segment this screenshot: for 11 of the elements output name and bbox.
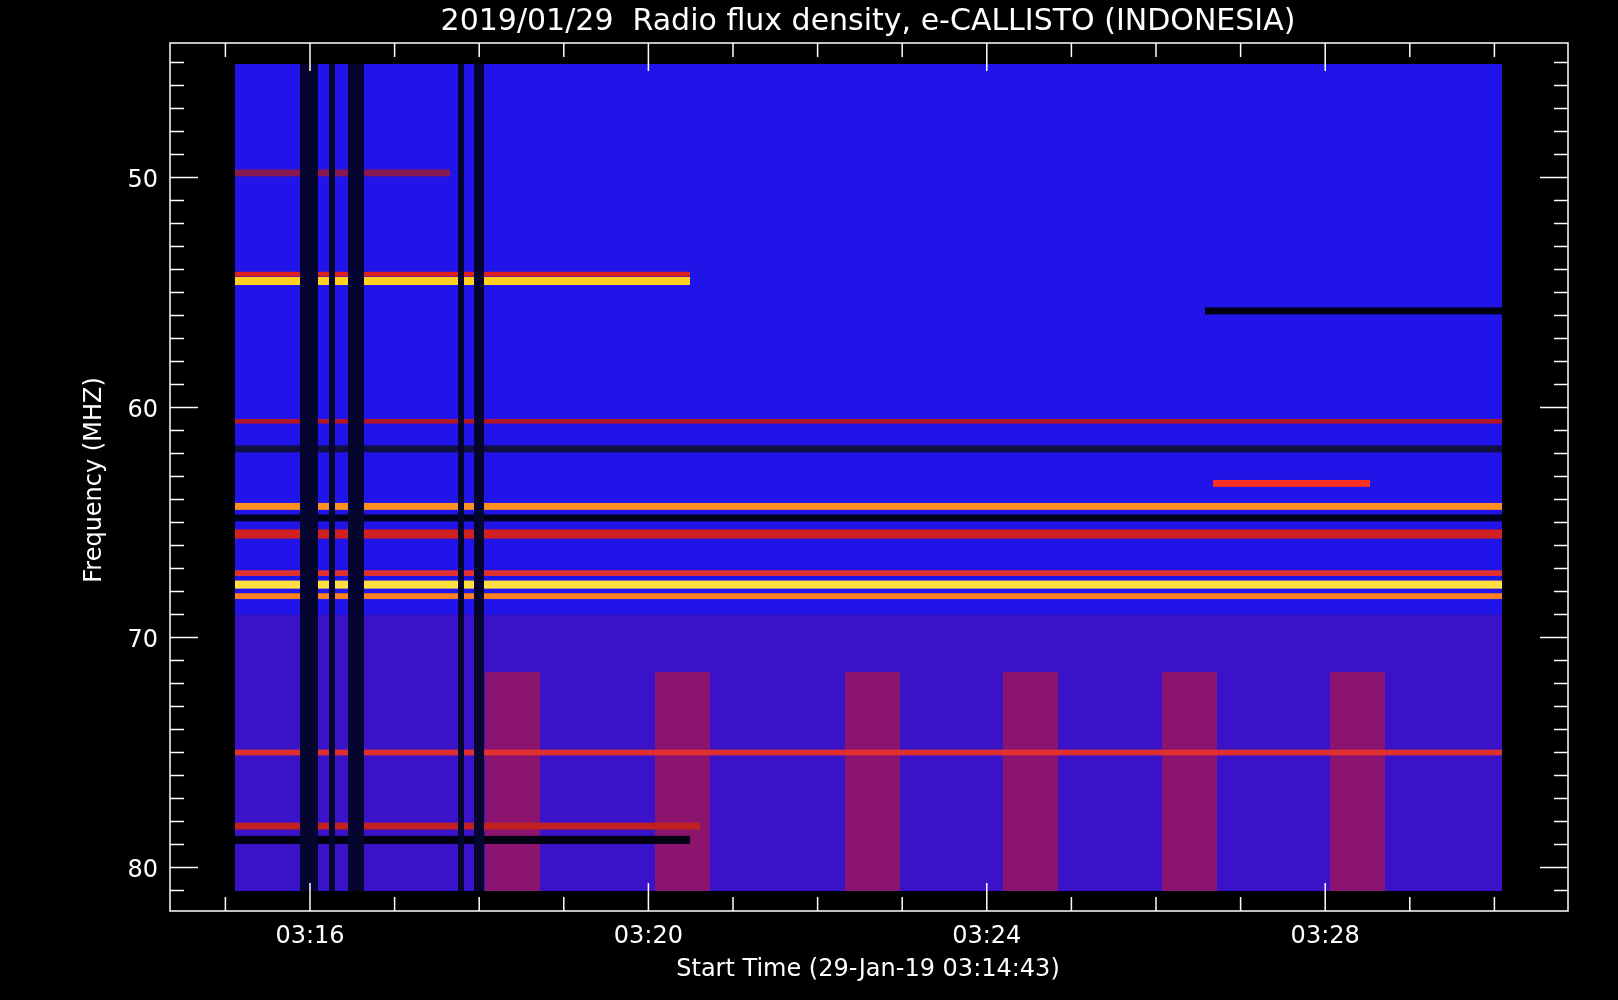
tick-label: 03:28: [1290, 921, 1360, 949]
tick-label: 03:16: [275, 921, 345, 949]
tick-label: 50: [127, 164, 158, 193]
tick-label: 70: [127, 624, 158, 653]
axis-label: Start Time (29-Jan-19 03:14:43): [676, 954, 1060, 982]
tick-label: 80: [127, 854, 158, 883]
tick-label: 03:20: [613, 921, 683, 949]
tick-label: 60: [127, 394, 158, 423]
axis-label: Frequency (MHZ): [79, 377, 107, 583]
chart-title: 2019/01/29 Radio flux density, e-CALLISTO (INDONESIA): [440, 2, 1296, 37]
tick-label: 03:24: [952, 921, 1022, 949]
